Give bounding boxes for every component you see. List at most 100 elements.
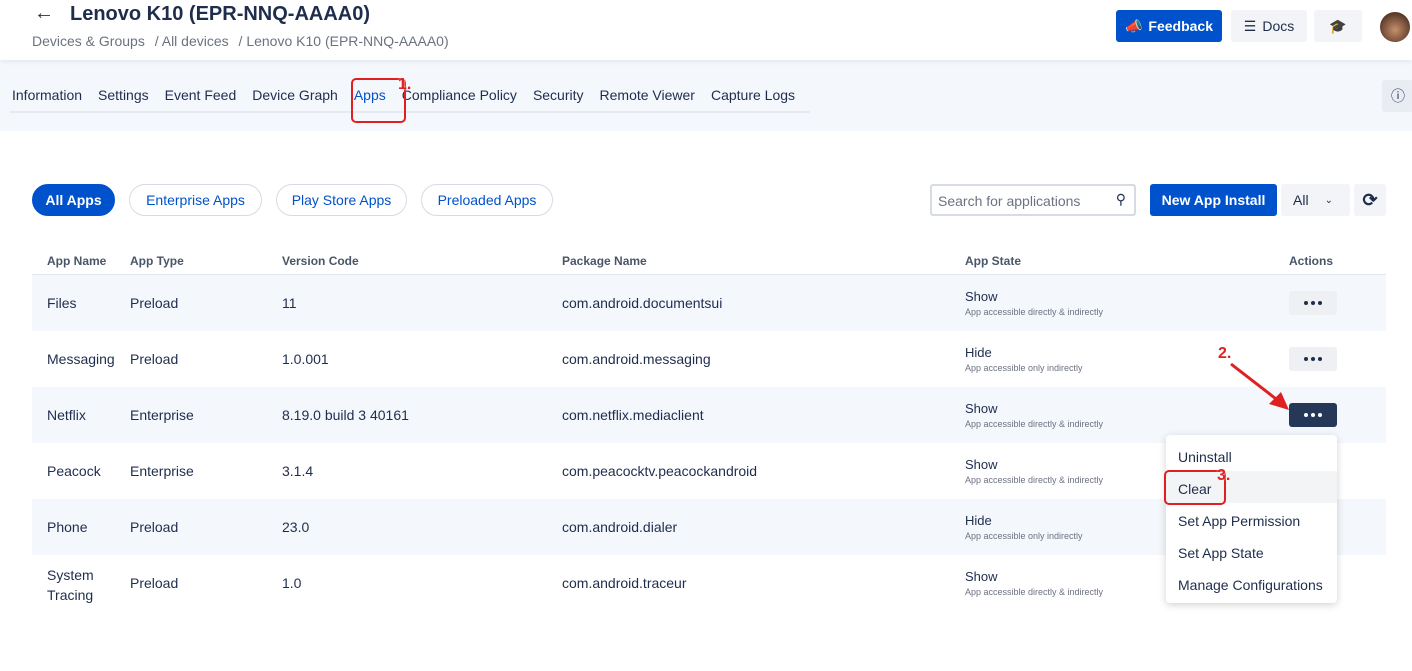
dot-icon xyxy=(1318,357,1322,361)
chevron-down-icon: ⌄ xyxy=(1324,194,1333,206)
actions-menu: Uninstall Clear Set App Permission Set A… xyxy=(1166,435,1337,603)
refresh-button[interactable]: ⟳ xyxy=(1354,184,1386,216)
row-actions-button[interactable] xyxy=(1289,291,1337,315)
dot-icon xyxy=(1311,413,1315,417)
version-code: 3.1.4 xyxy=(282,463,314,479)
app-name: Phone xyxy=(47,519,88,535)
app-state-value: Show xyxy=(965,289,998,304)
tab-remote-viewer[interactable]: Remote Viewer xyxy=(600,87,695,113)
app-state-description: App accessible directly & indirectly xyxy=(965,475,1104,485)
version-code: 1.0 xyxy=(282,575,302,591)
menu-item-uninstall[interactable]: Uninstall xyxy=(1166,439,1337,471)
filter-all-apps[interactable]: All Apps xyxy=(32,184,115,216)
app-state: Hide App accessible only indirectly xyxy=(965,345,1083,373)
tab-underline xyxy=(10,111,810,113)
tab-settings[interactable]: Settings xyxy=(98,87,149,113)
feedback-button[interactable]: 📣 Feedback xyxy=(1116,10,1222,42)
academy-button[interactable]: 🎓 xyxy=(1314,10,1362,42)
column-header-app-state: App State xyxy=(965,254,1022,268)
info-button[interactable]: ⓘ xyxy=(1382,80,1412,112)
menu-item-set-app-state[interactable]: Set App State xyxy=(1166,535,1337,567)
package-name: com.android.traceur xyxy=(562,575,687,591)
tab-security[interactable]: Security xyxy=(533,87,584,113)
app-state: Show App accessible directly & indirectly xyxy=(965,569,1103,597)
new-app-install-button[interactable]: New App Install xyxy=(1150,184,1277,216)
app-type: Preload xyxy=(130,351,179,367)
tab-compliance-policy[interactable]: Compliance Policy xyxy=(402,87,517,113)
dot-icon xyxy=(1304,413,1308,417)
app-type: Preload xyxy=(130,519,179,535)
filter-enterprise-apps[interactable]: Enterprise Apps xyxy=(129,184,262,216)
filter-preloaded-apps[interactable]: Preloaded Apps xyxy=(421,184,553,216)
app-name: System Tracing xyxy=(47,567,94,603)
breadcrumb-all-devices[interactable]: / All devices xyxy=(155,33,229,49)
tab-capture-logs[interactable]: Capture Logs xyxy=(711,87,795,113)
app-name: Peacock xyxy=(47,463,101,479)
version-code: 8.19.0 build 3 40161 xyxy=(282,407,409,423)
tab-device-graph[interactable]: Device Graph xyxy=(252,87,338,113)
table-row: Files Preload 11 com.android.documentsui… xyxy=(32,275,1386,331)
app-type: Enterprise xyxy=(130,407,194,423)
app-state-description: App accessible only indirectly xyxy=(965,531,1083,541)
docs-icon: ☰ xyxy=(1243,17,1257,34)
app-type: Preload xyxy=(130,295,179,311)
feedback-label: Feedback xyxy=(1148,18,1214,34)
app-state-description: App accessible directly & indirectly xyxy=(965,587,1104,597)
breadcrumb: Devices & Groups / All devices / Lenovo … xyxy=(32,33,455,49)
page-header: ← Lenovo K10 (EPR-NNQ-AAAA0) Devices & G… xyxy=(0,0,1412,60)
app-name: Netflix xyxy=(47,407,86,423)
search-placeholder: Search for applications xyxy=(938,193,1081,209)
app-state-value: Hide xyxy=(965,513,992,528)
app-name: Messaging xyxy=(47,351,115,367)
breadcrumb-current: / Lenovo K10 (EPR-NNQ-AAAA0) xyxy=(238,33,449,49)
dot-icon xyxy=(1318,413,1322,417)
filter-play-store-apps[interactable]: Play Store Apps xyxy=(276,184,407,216)
app-state: Show App accessible directly & indirectly xyxy=(965,457,1103,485)
back-arrow-icon[interactable]: ← xyxy=(34,2,54,25)
app-state-description: App accessible only indirectly xyxy=(965,363,1083,373)
package-name: com.android.messaging xyxy=(562,351,711,367)
app-type-select[interactable]: All ⌄ xyxy=(1281,184,1350,216)
annotation-arrow-icon xyxy=(1230,362,1289,410)
dot-icon xyxy=(1318,301,1322,305)
menu-item-manage-configurations[interactable]: Manage Configurations xyxy=(1166,567,1337,599)
package-name: com.android.documentsui xyxy=(562,295,723,311)
column-header-app-type: App Type xyxy=(130,254,184,268)
annotation-label-3: 3. xyxy=(1217,467,1231,484)
app-name: Files xyxy=(47,295,77,311)
version-code: 1.0.001 xyxy=(282,351,329,367)
tab-information[interactable]: Information xyxy=(12,87,82,113)
app-state: Hide App accessible only indirectly xyxy=(965,513,1083,541)
app-state: Show App accessible directly & indirectly xyxy=(965,401,1103,429)
docs-button[interactable]: ☰ Docs xyxy=(1231,10,1307,42)
dot-icon xyxy=(1311,357,1315,361)
megaphone-icon: 📣 xyxy=(1124,17,1143,34)
version-code: 23.0 xyxy=(282,519,310,535)
refresh-icon: ⟳ xyxy=(1362,189,1378,210)
package-name: com.peacocktv.peacockandroid xyxy=(562,463,758,479)
menu-item-set-app-permission[interactable]: Set App Permission xyxy=(1166,503,1337,535)
table-row: Messaging Preload 1.0.001 com.android.me… xyxy=(32,331,1386,387)
dot-icon xyxy=(1311,301,1315,305)
app-type: Preload xyxy=(130,575,179,591)
docs-label: Docs xyxy=(1262,18,1295,34)
app-state-value: Hide xyxy=(965,345,992,360)
app-type-select-value: All xyxy=(1293,192,1309,208)
row-actions-button[interactable] xyxy=(1289,347,1337,371)
column-header-version-code: Version Code xyxy=(282,254,359,268)
row-actions-button[interactable] xyxy=(1289,403,1337,427)
app-state-value: Show xyxy=(965,401,998,416)
annotation-label-1: 1. xyxy=(398,76,412,93)
breadcrumb-devices-groups[interactable]: Devices & Groups xyxy=(32,33,145,49)
app-type: Enterprise xyxy=(130,463,194,479)
tab-event-feed[interactable]: Event Feed xyxy=(165,87,237,113)
search-input[interactable]: Search for applications ⚲ xyxy=(930,184,1136,216)
avatar[interactable] xyxy=(1380,12,1410,42)
app-state-description: App accessible directly & indirectly xyxy=(965,419,1104,429)
app-state-value: Show xyxy=(965,569,998,584)
search-icon[interactable]: ⚲ xyxy=(1116,191,1126,208)
app-state-value: Show xyxy=(965,457,998,472)
app-state: Show App accessible directly & indirectly xyxy=(965,289,1103,317)
app-state-description: App accessible directly & indirectly xyxy=(965,307,1104,317)
page-title: Lenovo K10 (EPR-NNQ-AAAA0) xyxy=(70,3,371,25)
